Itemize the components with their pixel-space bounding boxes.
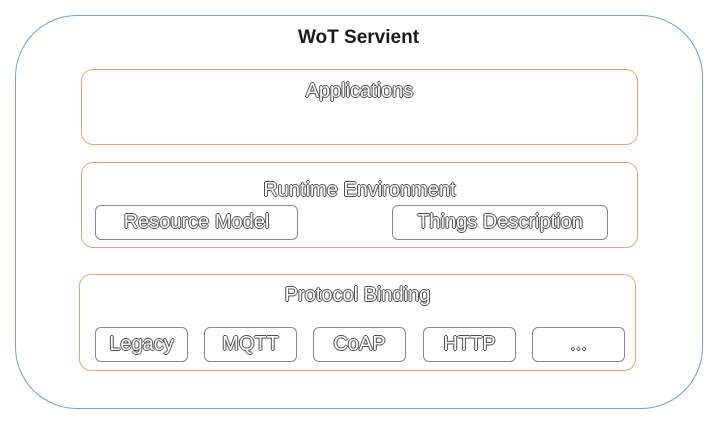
runtime-environment-layer: Runtime Environment Resource Model Thing…: [81, 162, 638, 248]
binding-more-box: ...: [532, 327, 625, 362]
runtime-environment-label: Runtime Environment: [263, 179, 456, 201]
binding-http-box: HTTP: [423, 327, 516, 362]
protocol-binding-layer: Protocol Binding Legacy MQTT CoAP HTTP .…: [79, 274, 636, 371]
protocol-binding-label: Protocol Binding: [284, 284, 431, 306]
binding-coap-box: CoAP: [313, 327, 406, 362]
binding-legacy-box: Legacy: [95, 327, 188, 362]
resource-model-box: Resource Model: [95, 205, 298, 240]
binding-mqtt-box: MQTT: [204, 327, 297, 362]
diagram-title: WoT Servient: [297, 27, 420, 48]
things-description-box: Things Description: [392, 205, 608, 240]
applications-label: Applications: [305, 80, 414, 102]
applications-layer: Applications: [81, 69, 638, 145]
